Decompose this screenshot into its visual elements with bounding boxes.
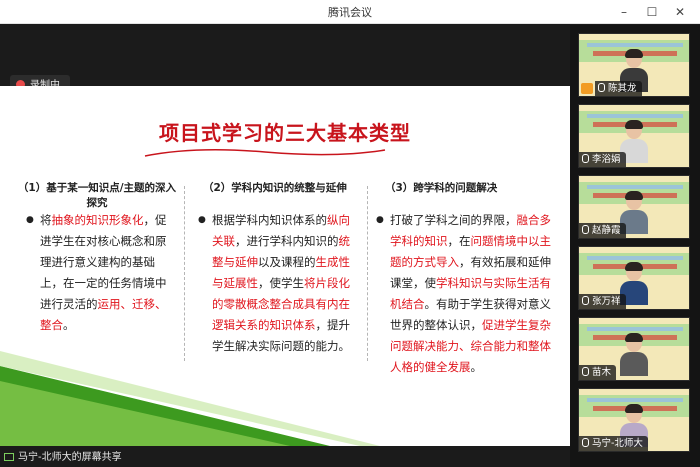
- participant-nameplate: 苗木: [579, 365, 617, 380]
- column-2-heading: （2）学科内知识的统整与延伸: [203, 182, 347, 194]
- maximize-button[interactable]: ☐: [642, 3, 662, 21]
- body-text: 打破了学科之间的界限，: [390, 213, 517, 227]
- microphone-icon: [582, 296, 589, 305]
- body-text: ，进行学科内知识的: [235, 234, 339, 248]
- slide-decoration-wave-icon: [0, 351, 380, 446]
- screen-share-indicator[interactable]: 马宁-北师大的屏幕共享: [4, 450, 122, 465]
- window-title: 腾讯会议: [328, 6, 372, 19]
- participant-video-tile[interactable]: 苗木: [578, 317, 690, 381]
- microphone-icon: [582, 438, 589, 447]
- screen-share-bar: 马宁-北师大的屏幕共享: [0, 448, 570, 467]
- column-1-heading: （1）基于某一知识点/主题的深入 探究: [8, 180, 186, 210]
- participant-name: 张万祥: [592, 296, 621, 307]
- column-1-heading-line1: （1）基于某一知识点/主题的深入: [17, 182, 177, 194]
- body-text: ，使学生: [258, 276, 304, 290]
- title-underline-icon: [144, 149, 386, 157]
- column-1-text: 将抽象的知识形象化，促进学生在对核心概念和原理进行意义建构的基础上，在一定的任务…: [26, 210, 174, 336]
- screen-share-label: 马宁-北师大的屏幕共享: [18, 452, 122, 463]
- column-1-heading-line2: 探究: [86, 197, 108, 209]
- participant-video-tile[interactable]: 陈其龙: [578, 33, 690, 97]
- participant-video-person-icon: [619, 333, 649, 376]
- body-text: 将: [40, 213, 52, 227]
- participant-nameplate: 陈其龙: [595, 81, 642, 96]
- bullet-icon: ●: [376, 215, 384, 225]
- participant-name: 陈其龙: [608, 83, 637, 94]
- screen-share-icon: [4, 453, 14, 461]
- participant-nameplate: 马宁-北师大: [579, 436, 648, 451]
- participant-video-tile[interactable]: 马宁-北师大: [578, 388, 690, 452]
- participant-nameplate: 李浴娟: [579, 152, 626, 167]
- participant-nameplate: 赵静霞: [579, 223, 626, 238]
- column-3-heading: （3）跨学科的问题解决: [385, 182, 498, 194]
- participant-video-tile[interactable]: 李浴娟: [578, 104, 690, 168]
- minimize-button[interactable]: –: [614, 3, 634, 21]
- column-1-body: ● 将抽象的知识形象化，促进学生在对核心概念和原理进行意义建构的基础上，在一定的…: [26, 210, 174, 336]
- participant-video-tile[interactable]: 赵静霞: [578, 175, 690, 239]
- participant-name: 苗木: [592, 367, 612, 378]
- participant-name: 赵静霞: [592, 225, 621, 236]
- microphone-icon: [582, 154, 589, 163]
- participant-video-list: 陈其龙李浴娟赵静霞张万祥苗木马宁-北师大: [570, 25, 700, 467]
- tencent-meeting-window: 腾讯会议 – ☐ ✕ 录制中 项目式学习的三大基本类型 （1）基于某一知识点/主…: [0, 0, 700, 467]
- host-avatar-icon: [581, 83, 593, 94]
- title-bar: 腾讯会议 – ☐ ✕: [0, 0, 700, 24]
- participant-nameplate: 张万祥: [579, 294, 626, 309]
- microphone-icon: [582, 225, 589, 234]
- microphone-icon: [582, 367, 589, 376]
- participant-video-tile[interactable]: 张万祥: [578, 246, 690, 310]
- bullet-icon: ●: [198, 215, 206, 225]
- body-text: 以及课程的: [258, 255, 316, 269]
- close-button[interactable]: ✕: [670, 3, 690, 21]
- highlight-text: 抽象的知识形象化: [51, 213, 144, 227]
- presentation-slide: 项目式学习的三大基本类型 （1）基于某一知识点/主题的深入 探究 （2）学科内知…: [0, 86, 570, 446]
- body-text: 根据学科内知识体系的: [212, 213, 327, 227]
- participant-name: 马宁-北师大: [592, 438, 643, 449]
- body-text: ，在: [447, 234, 471, 248]
- participant-name: 李浴娟: [592, 154, 621, 165]
- bullet-icon: ●: [26, 215, 34, 225]
- microphone-icon: [598, 83, 605, 92]
